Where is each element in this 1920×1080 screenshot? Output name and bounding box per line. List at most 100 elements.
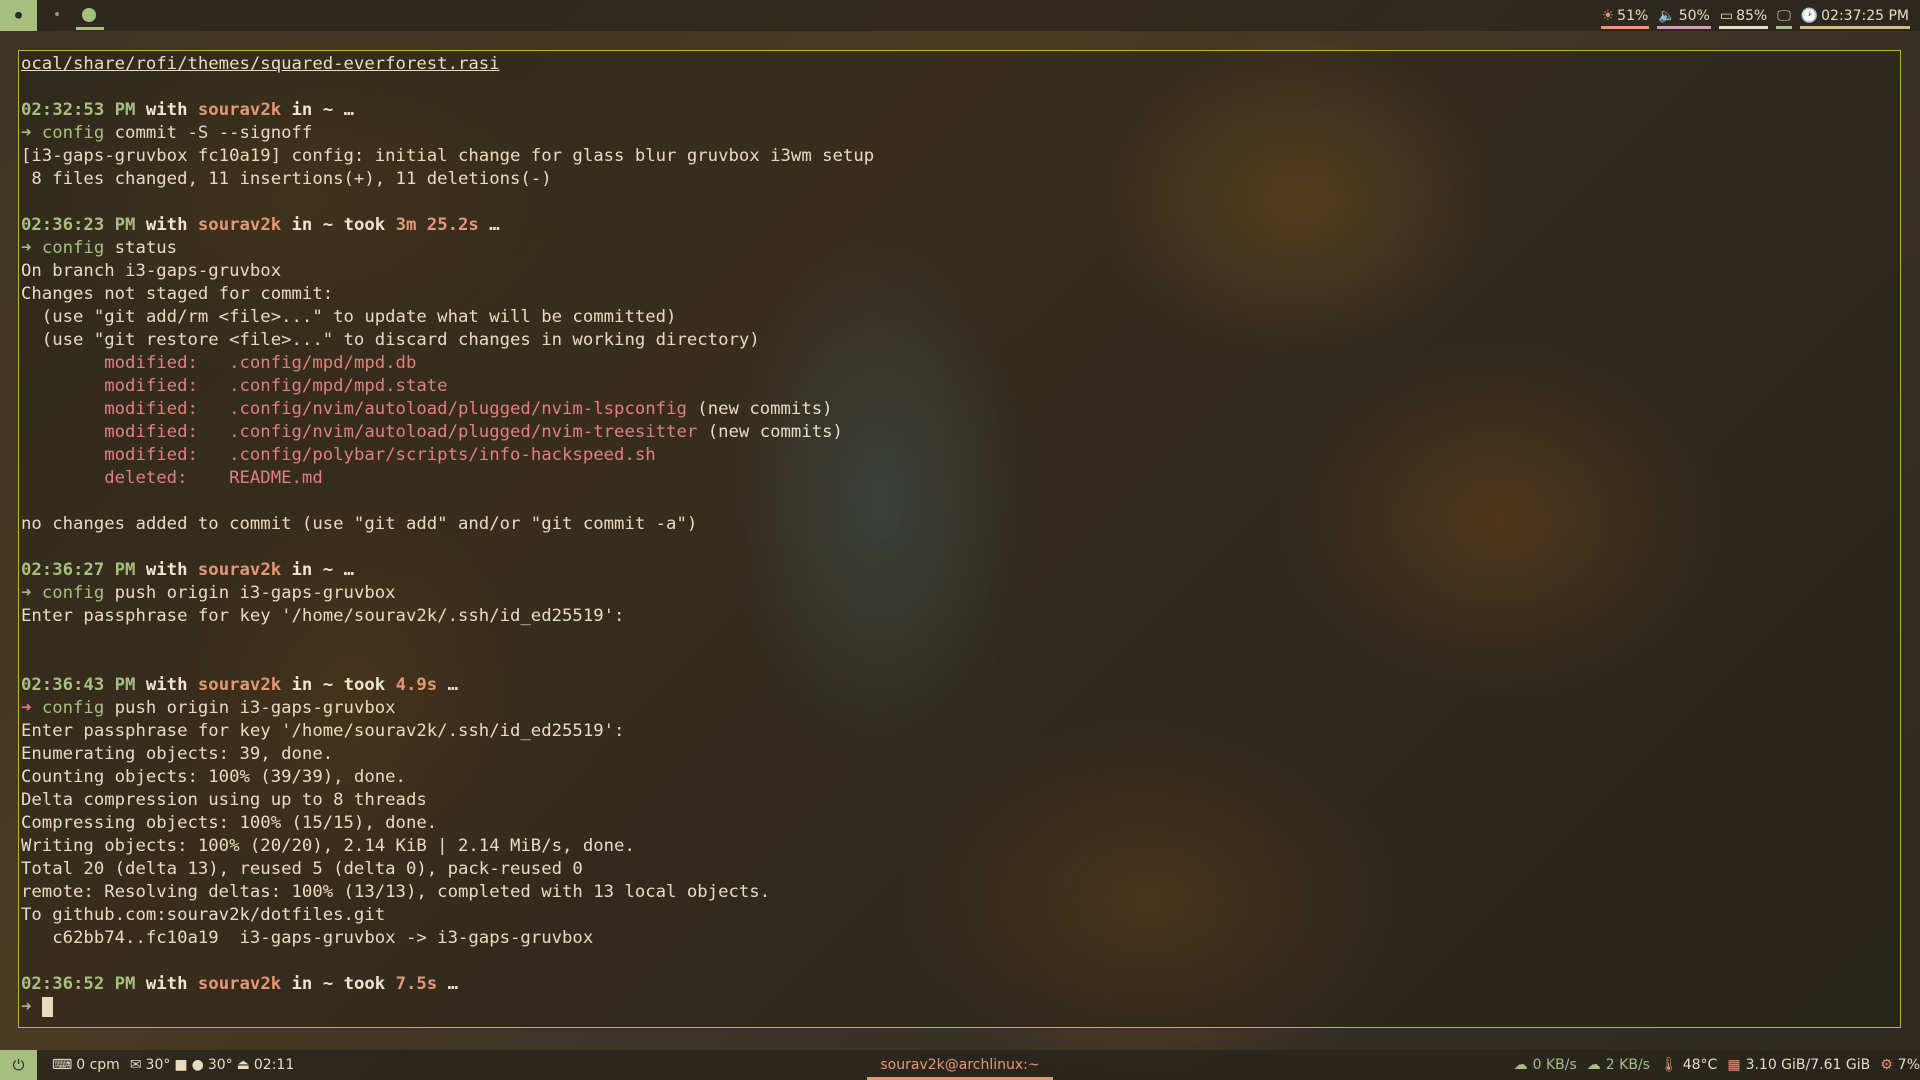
- temperature-module[interactable]: 🌡 48°C: [1660, 1057, 1717, 1073]
- display-underline: [1776, 26, 1792, 29]
- cloud-upload-icon: ☁: [1586, 1057, 1601, 1073]
- up-speed-value: 2 KB/s: [1605, 1057, 1650, 1073]
- location-icon: ●: [191, 1057, 204, 1073]
- command-line: ➜ config push origin i3-gaps-gruvbox: [21, 583, 396, 603]
- cpu-module[interactable]: ⚙ 7%: [1880, 1057, 1920, 1073]
- changed-file-line: modified: .config/mpd/mpd.db: [104, 353, 417, 373]
- changed-file-line: modified: .config/polybar/scripts/info-h…: [104, 445, 656, 465]
- eject-icon: ⏏: [236, 1057, 250, 1073]
- terminal-line: Counting objects: 100% (39/39), done.: [21, 767, 406, 787]
- bottom-left-modules: ⌨ 0 cpm ✉ 30° ■ ● 30° ⏏ 02:11: [52, 1050, 294, 1080]
- cpu-temp-value: 48°C: [1682, 1057, 1718, 1073]
- terminal-line: 8 files changed, 11 insertions(+), 11 de…: [21, 169, 552, 189]
- terminal-line: Compressing objects: 100% (15/15), done.: [21, 813, 438, 833]
- status-modules: ☀ 51% 🔈 50% ▭ 85% 🖵 🕑 02:37:25 PM: [1597, 0, 1914, 31]
- hackspeed-module[interactable]: ⌨ 0 cpm: [52, 1057, 120, 1073]
- terminal-line: Changes not staged for commit:: [21, 284, 334, 304]
- bottom-right-modules: ☁ 0 KB/s ☁ 2 KB/s 🌡 48°C ▦ 3.10 GiB/7.61 GiB…: [1514, 1050, 1920, 1080]
- memory-icon: ▦: [1727, 1057, 1741, 1073]
- volume-underline: [1657, 26, 1711, 29]
- keyboard-icon: ⌨: [52, 1057, 73, 1073]
- uptime-value: 02:11: [253, 1057, 295, 1073]
- terminal-line: remote: Resolving deltas: 100% (13/13), …: [21, 882, 771, 902]
- brightness-value: 51%: [1617, 7, 1649, 24]
- prompt-arrow: ➜: [21, 997, 32, 1017]
- text-cursor: [41, 997, 53, 1017]
- power-button[interactable]: ⏻: [0, 1050, 37, 1080]
- terminal-line: no changes added to commit (use "git add…: [21, 514, 698, 534]
- network-down-module[interactable]: ☁ 0 KB/s: [1514, 1057, 1577, 1073]
- terminal-line: On branch i3-gaps-gruvbox: [21, 261, 282, 281]
- terminal-line: Total 20 (delta 13), reused 5 (delta 0),…: [21, 859, 583, 879]
- prompt-arrow: ➜: [21, 583, 32, 603]
- clock-module[interactable]: 🕑 02:37:25 PM: [1796, 0, 1914, 31]
- battery-module[interactable]: ▭ 85%: [1715, 0, 1772, 31]
- battery-value: 85%: [1736, 7, 1768, 24]
- battery-icon: ▭: [1719, 7, 1734, 24]
- thermometer-icon: 🌡: [1659, 1057, 1678, 1073]
- terminal-line: Enter passphrase for key '/home/sourav2k…: [21, 606, 625, 626]
- cpu-icon: ⚙: [1880, 1057, 1893, 1073]
- mail-icon: ✉: [129, 1057, 142, 1073]
- cpu-value: 7%: [1897, 1057, 1920, 1073]
- prompt-arrow-error: ➜: [21, 698, 32, 718]
- prompt-line: 02:32:53 PM with sourav2k in ~ …: [21, 100, 354, 120]
- command-line: ➜ config status: [21, 238, 178, 258]
- memory-module[interactable]: ▦ 3.10 GiB/7.61 GiB: [1727, 1057, 1870, 1073]
- terminal-line: To github.com:sourav2k/dotfiles.git: [21, 905, 386, 925]
- hackspeed-value: 0 cpm: [76, 1057, 120, 1073]
- display-module[interactable]: 🖵: [1772, 0, 1796, 31]
- input-line[interactable]: ➜: [21, 996, 1900, 1019]
- volume-icon: 🔈: [1658, 7, 1676, 24]
- prompt-line: 02:36:23 PM with sourav2k in ~ took 3m 2…: [21, 215, 500, 235]
- memory-value: 3.10 GiB/7.61 GiB: [1745, 1057, 1871, 1073]
- prompt-line: 02:36:52 PM with sourav2k in ~ took 7.5s…: [21, 974, 459, 994]
- location-temp-value: 30°: [207, 1057, 233, 1073]
- window-title-text: sourav2k@archlinux:~: [880, 1057, 1040, 1073]
- command-line: ➜ config push origin i3-gaps-gruvbox: [21, 698, 396, 718]
- changed-file-line: deleted: README.md: [104, 468, 323, 488]
- terminal-line: (use "git restore <file>..." to discard …: [21, 330, 760, 350]
- prompt-line: 02:36:27 PM with sourav2k in ~ …: [21, 560, 354, 580]
- battery-underline: [1718, 26, 1769, 29]
- terminal-line: (use "git add/rm <file>..." to update wh…: [21, 307, 677, 327]
- prompt-arrow: ➜: [21, 123, 32, 143]
- terminal-line: ocal/share/rofi/themes/squared-everfores…: [21, 53, 1900, 76]
- workspace-indicator-active[interactable]: [82, 8, 96, 22]
- volume-module[interactable]: 🔈 50%: [1653, 0, 1715, 31]
- top-bar: ⏺ ☀ 51% 🔈 50% ▭ 85% 🖵 🕑 02:37:25 PM: [0, 0, 1920, 31]
- square-icon: ■: [174, 1057, 188, 1073]
- launcher-button[interactable]: ⏺: [0, 0, 37, 31]
- changed-file-line: modified: .config/mpd/mpd.state: [104, 376, 448, 396]
- terminal-line: Enter passphrase for key '/home/sourav2k…: [21, 721, 625, 741]
- window-title[interactable]: sourav2k@archlinux:~: [867, 1050, 1053, 1080]
- bottom-bar: ⏻ ⌨ 0 cpm ✉ 30° ■ ● 30° ⏏ 02:11 sourav2k@archli…: [0, 1050, 1920, 1080]
- terminal-window[interactable]: ocal/share/rofi/themes/squared-everfores…: [18, 50, 1901, 1028]
- weather-module[interactable]: ✉ 30° ■ ● 30° ⏏ 02:11: [130, 1057, 294, 1073]
- active-workspace-underline: [76, 27, 104, 30]
- prompt-line: 02:36:43 PM with sourav2k in ~ took 4.9s…: [21, 675, 459, 695]
- rofi-path: ocal/share/rofi/themes/squared-everfores…: [21, 54, 500, 74]
- brightness-underline: [1600, 26, 1650, 29]
- workspace-indicator-inactive[interactable]: [55, 12, 59, 16]
- terminal-output: ocal/share/rofi/themes/squared-everfores…: [21, 53, 1900, 1027]
- volume-value: 50%: [1678, 7, 1710, 24]
- changed-file-line: modified: .config/nvim/autoload/plugged/…: [104, 422, 843, 442]
- mail-temp-value: 30°: [145, 1057, 171, 1073]
- cloud-download-icon: ☁: [1513, 1057, 1528, 1073]
- power-icon: ⏻: [12, 1056, 25, 1074]
- terminal-line: c62bb74..fc10a19 i3-gaps-gruvbox -> i3-g…: [21, 928, 594, 948]
- clock-underline: [1799, 26, 1910, 29]
- changed-file-line: modified: .config/nvim/autoload/plugged/…: [104, 399, 833, 419]
- terminal-line: Enumerating objects: 39, done.: [21, 744, 334, 764]
- terminal-line: Delta compression using up to 8 threads: [21, 790, 427, 810]
- brightness-module[interactable]: ☀ 51%: [1597, 0, 1654, 31]
- network-up-module[interactable]: ☁ 2 KB/s: [1587, 1057, 1650, 1073]
